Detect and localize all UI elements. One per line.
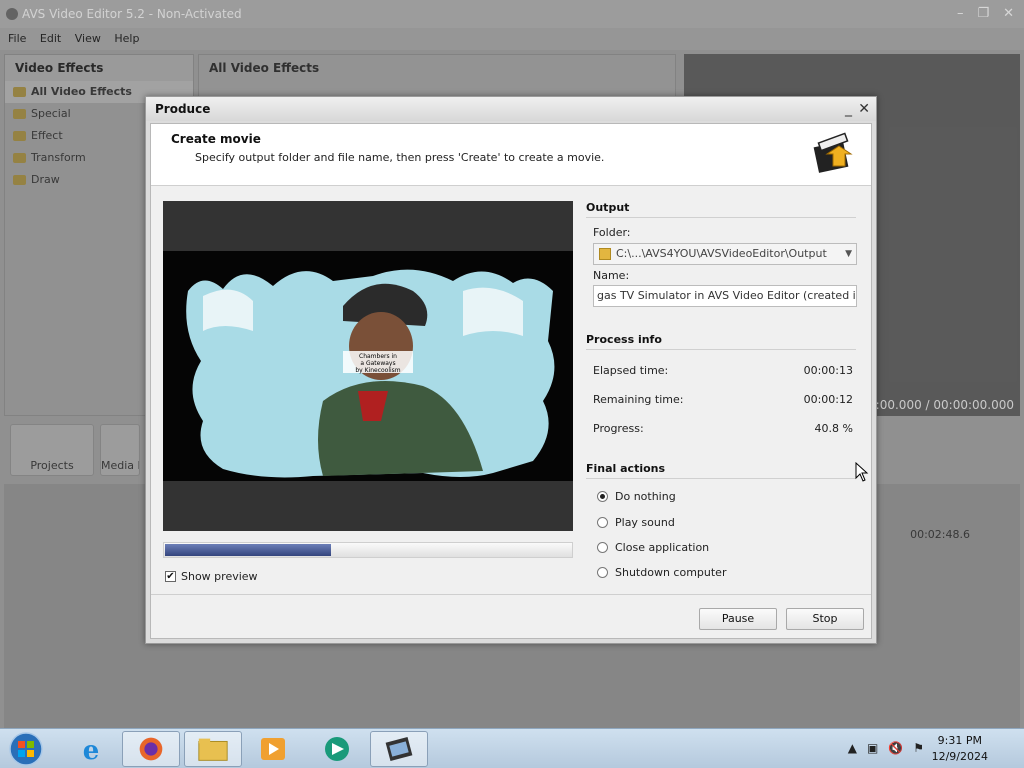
radio-close-application[interactable]: Close application: [597, 541, 709, 554]
final-actions-header: Final actions: [586, 462, 856, 479]
internet-explorer-icon[interactable]: e: [62, 731, 120, 767]
video-caption-line-3: by Kinecoolism: [355, 367, 400, 374]
dialog-minimize-icon[interactable]: _: [845, 97, 852, 121]
progress-label: Progress:: [593, 422, 644, 435]
dialog-title: Produce: [155, 102, 211, 116]
output-section-header: Output: [586, 201, 856, 218]
create-movie-icon: [813, 132, 853, 173]
file-name-input[interactable]: gas TV Simulator in AVS Video Editor (cr…: [593, 285, 857, 307]
checkbox-box[interactable]: ✔: [165, 571, 176, 582]
folder-icon: [599, 248, 611, 260]
show-preview-checkbox[interactable]: ✔ Show preview: [165, 570, 258, 583]
name-label: Name:: [593, 269, 630, 282]
production-progress-fill: [165, 544, 331, 556]
radio-button[interactable]: [597, 542, 608, 553]
taskbar: e ▲ ▣ 🔇 ⚑ 9:31 PM 12/9/2024: [0, 728, 1024, 768]
pause-button[interactable]: Pause: [699, 608, 777, 630]
dropdown-arrow-icon[interactable]: ▼: [845, 244, 852, 264]
radio-button[interactable]: [597, 567, 608, 578]
system-tray: ▲ ▣ 🔇 ⚑: [848, 741, 924, 755]
folder-select[interactable]: C:\...\AVS4YOU\AVSVideoEditor\Output ▼: [593, 243, 857, 265]
remaining-time-label: Remaining time:: [593, 393, 684, 406]
action-center-flag-icon[interactable]: ⚑: [913, 741, 924, 755]
elapsed-time-label: Elapsed time:: [593, 364, 669, 377]
dialog-body: Create movie Specify output folder and f…: [150, 123, 872, 639]
volume-muted-icon[interactable]: 🔇: [888, 741, 903, 755]
radio-do-nothing[interactable]: Do nothing: [597, 490, 676, 503]
dialog-titlebar: Produce _ ✕: [146, 97, 876, 121]
video-caption-line-2: a Gateways: [360, 360, 395, 367]
footer-divider: [151, 594, 871, 595]
clock-date: 12/9/2024: [931, 750, 988, 763]
radio-play-sound[interactable]: Play sound: [597, 516, 675, 529]
avs-app-icon[interactable]: [308, 731, 366, 767]
video-editor-icon[interactable]: [370, 731, 428, 767]
header-title: Create movie: [171, 132, 261, 146]
show-preview-label: Show preview: [181, 570, 258, 583]
media-player-icon[interactable]: [244, 731, 302, 767]
start-button-icon[interactable]: [6, 731, 46, 767]
mouse-cursor-icon: [855, 462, 869, 482]
stop-button[interactable]: Stop: [786, 608, 864, 630]
taskbar-clock[interactable]: 9:31 PM 12/9/2024: [932, 733, 988, 765]
svg-text:e: e: [83, 736, 100, 766]
firefox-icon[interactable]: [122, 731, 180, 767]
network-icon[interactable]: ▣: [867, 741, 878, 755]
header-description: Specify output folder and file name, the…: [195, 151, 605, 164]
process-info-header: Process info: [586, 333, 856, 350]
file-explorer-icon[interactable]: [184, 731, 242, 767]
video-caption-line-1: Chambers in: [359, 353, 397, 360]
dialog-header: Create movie Specify output folder and f…: [151, 124, 871, 186]
clock-time: 9:31 PM: [937, 734, 982, 747]
progress-value: 40.8 %: [814, 422, 853, 435]
production-progress-bar: [163, 542, 573, 558]
radio-button[interactable]: [597, 491, 608, 502]
elapsed-time-value: 00:00:13: [803, 364, 853, 377]
show-hidden-icons-icon[interactable]: ▲: [848, 741, 857, 755]
radio-button[interactable]: [597, 517, 608, 528]
folder-value: C:\...\AVS4YOU\AVSVideoEditor\Output: [616, 247, 827, 260]
remaining-time-value: 00:00:12: [803, 393, 853, 406]
dialog-close-icon[interactable]: ✕: [858, 97, 870, 121]
file-name-value: gas TV Simulator in AVS Video Editor (cr…: [597, 289, 856, 302]
radio-shutdown-computer[interactable]: Shutdown computer: [597, 566, 726, 579]
video-frame: Chambers in a Gateways by Kinecoolism: [163, 251, 573, 481]
produce-dialog: Produce _ ✕ Create movie Specify output …: [145, 96, 877, 644]
video-preview: Chambers in a Gateways by Kinecoolism: [163, 201, 573, 531]
folder-label: Folder:: [593, 226, 631, 239]
